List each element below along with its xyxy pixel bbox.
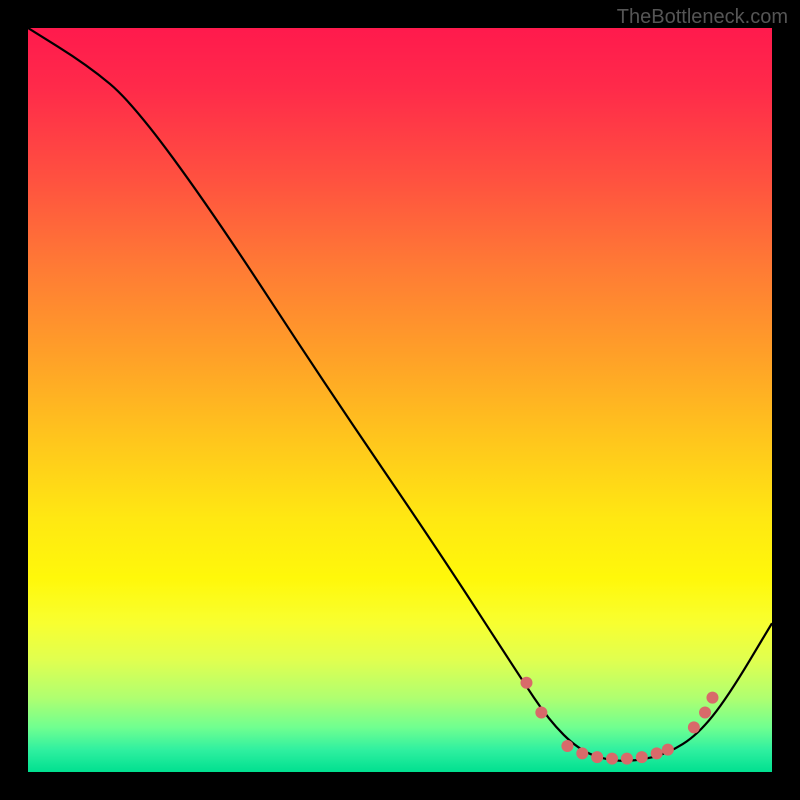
data-marker bbox=[688, 721, 700, 733]
plot-area bbox=[28, 28, 772, 772]
chart-svg bbox=[28, 28, 772, 772]
data-marker bbox=[706, 692, 718, 704]
data-marker bbox=[699, 706, 711, 718]
data-marker bbox=[662, 744, 674, 756]
data-marker bbox=[576, 747, 588, 759]
data-marker bbox=[606, 753, 618, 765]
data-marker bbox=[621, 753, 633, 765]
data-marker bbox=[636, 751, 648, 763]
curve-path bbox=[28, 28, 772, 761]
data-marker bbox=[591, 751, 603, 763]
watermark-text: TheBottleneck.com bbox=[617, 6, 788, 29]
data-marker bbox=[561, 740, 573, 752]
data-marker bbox=[651, 747, 663, 759]
data-marker bbox=[520, 677, 532, 689]
data-marker bbox=[535, 706, 547, 718]
